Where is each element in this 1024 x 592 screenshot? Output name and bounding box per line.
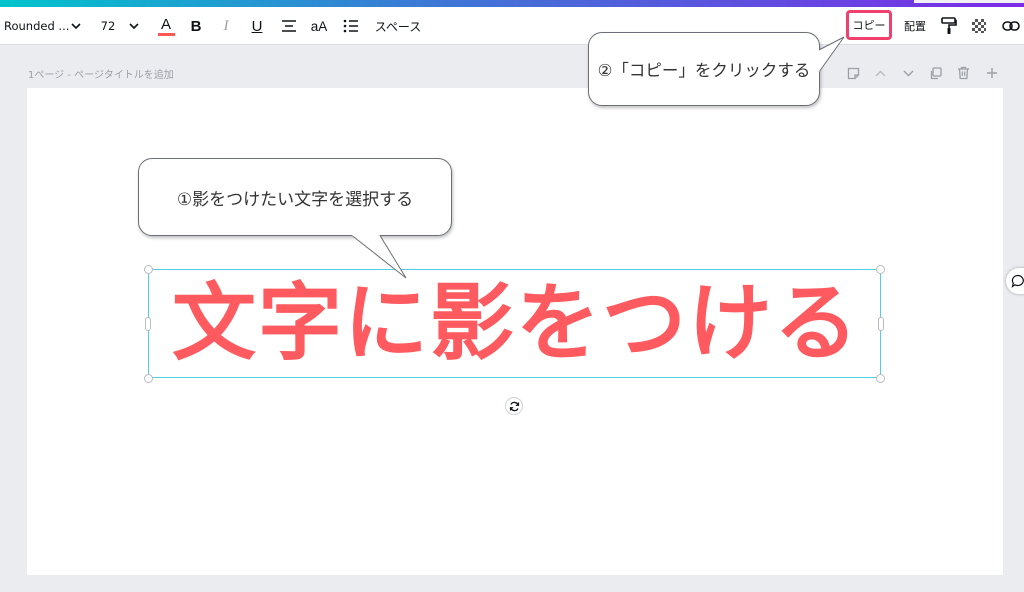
resize-handle-bottom-left[interactable] — [144, 374, 153, 383]
callout-tail-step2 — [816, 36, 845, 73]
instruction-step2-text: ②「コピー」をクリックする — [597, 61, 811, 80]
header-tab-strip — [914, 0, 1024, 3]
underline-button[interactable]: U — [246, 7, 268, 45]
page-title-placeholder: ページタイトルを追加 — [74, 70, 174, 81]
text-color-swatch — [157, 32, 175, 36]
letter-case-button[interactable]: aA — [306, 7, 332, 45]
resize-handle-right[interactable] — [878, 317, 884, 331]
transparency-icon[interactable] — [968, 7, 990, 45]
top-header-bar — [0, 0, 1024, 7]
duplicate-icon[interactable] — [925, 62, 945, 84]
position-button[interactable]: 配置 — [898, 7, 932, 45]
copy-button[interactable]: コピー — [846, 10, 892, 40]
plus-icon[interactable] — [982, 62, 1002, 84]
resize-handle-top-right[interactable] — [876, 265, 885, 274]
rotate-icon[interactable] — [505, 397, 523, 415]
page-title[interactable]: 1ページ - ページタイトルを追加 — [28, 66, 174, 81]
callout-tail-step1 — [351, 234, 407, 279]
link-icon[interactable] — [998, 7, 1024, 45]
note-icon[interactable] — [843, 62, 863, 84]
font-size-value: 72 — [100, 19, 116, 33]
chevron-up-icon[interactable] — [870, 62, 890, 84]
comment-icon[interactable] — [1006, 268, 1024, 294]
resize-handle-top-left[interactable] — [144, 265, 153, 274]
italic-button[interactable]: I — [216, 7, 236, 45]
font-size-input[interactable]: 72 — [94, 7, 122, 45]
bold-button[interactable]: B — [186, 7, 206, 45]
chevron-down-icon[interactable] — [898, 62, 918, 84]
resize-handle-bottom-right[interactable] — [876, 374, 885, 383]
page-number-label: 1ページ - — [28, 70, 75, 81]
list-icon[interactable] — [340, 7, 362, 45]
selection-box — [148, 269, 881, 378]
text-toolbar: Rounded ... 72 A B I U aA スペース コピー 配置 — [0, 7, 1024, 45]
instruction-callout-step1: ①影をつけたい文字を選択する — [138, 158, 452, 236]
instruction-callout-step2: ②「コピー」をクリックする — [588, 32, 820, 106]
font-family-label: Rounded ... — [4, 19, 70, 33]
chevron-down-icon[interactable] — [68, 7, 84, 45]
text-color-letter: A — [160, 15, 171, 33]
transparency-checker — [972, 19, 986, 33]
align-center-icon[interactable] — [278, 7, 300, 45]
chevron-down-icon[interactable] — [124, 7, 144, 45]
spacing-button[interactable]: スペース — [370, 7, 426, 45]
instruction-step1-text: ①影をつけたい文字を選択する — [176, 189, 414, 210]
trash-icon[interactable] — [953, 62, 973, 84]
resize-handle-left[interactable] — [145, 317, 151, 331]
text-color-button[interactable]: A — [154, 7, 178, 45]
paint-roller-icon[interactable] — [938, 7, 960, 45]
